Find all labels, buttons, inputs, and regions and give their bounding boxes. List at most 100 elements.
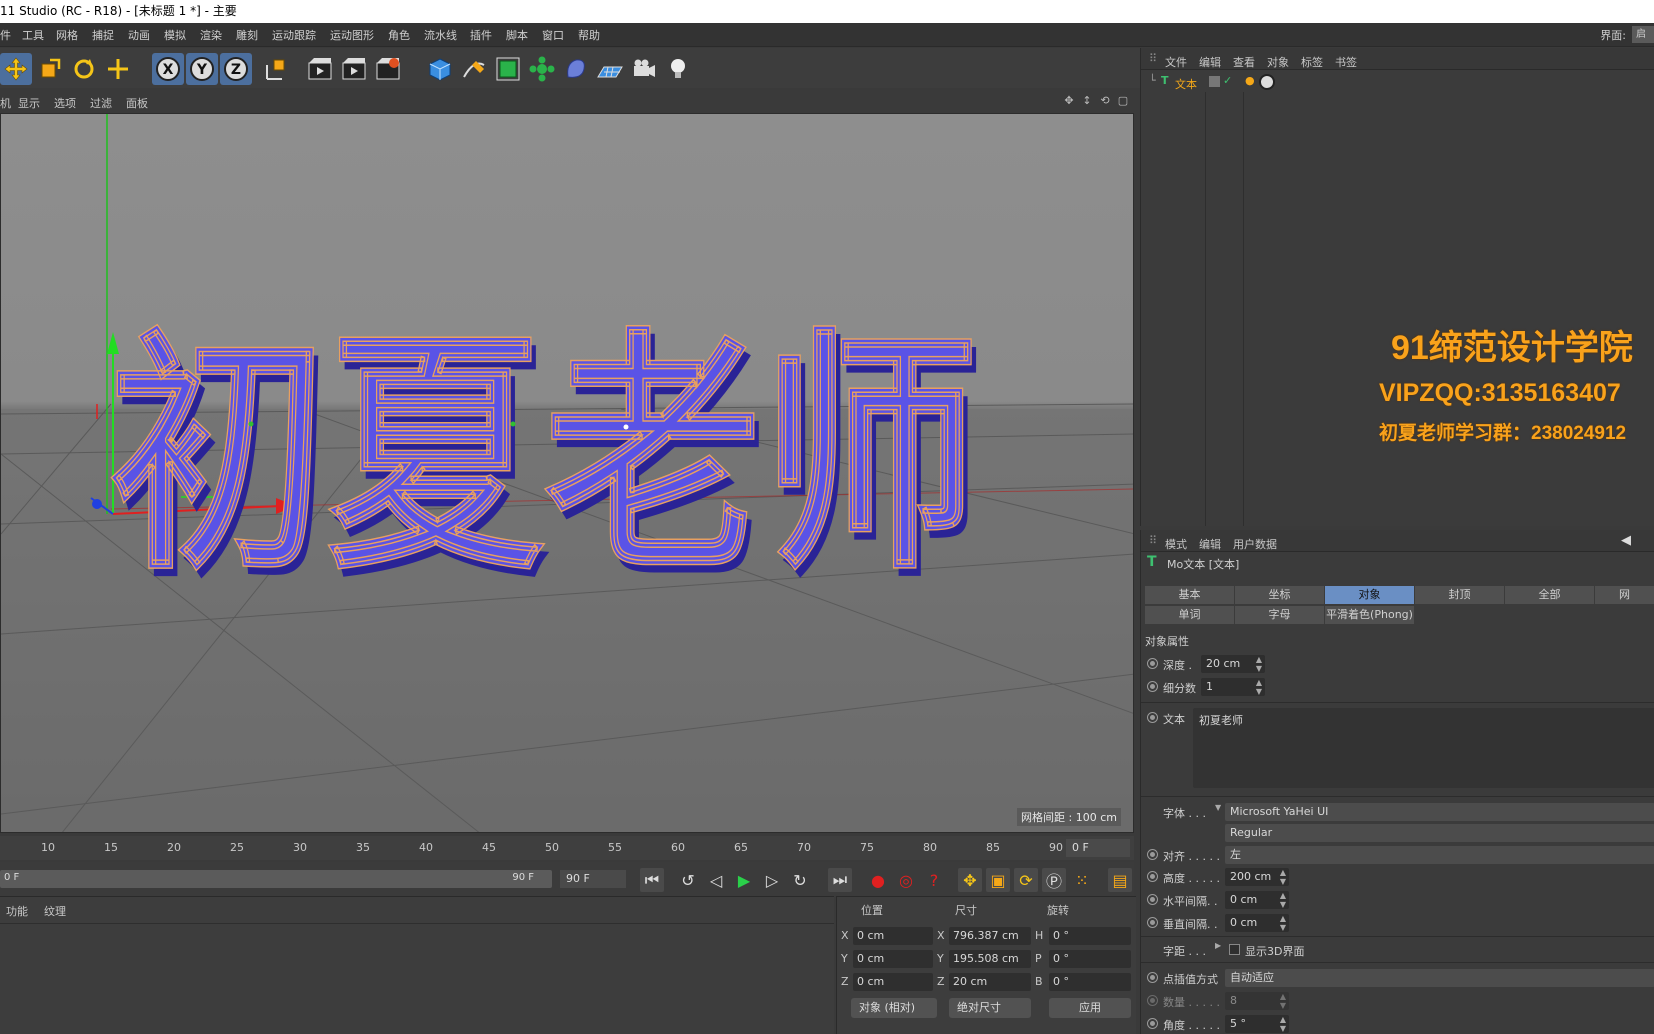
select-tool-icon[interactable] bbox=[102, 53, 134, 85]
end-frame-field[interactable]: 90 F bbox=[560, 870, 626, 888]
viewport-orbit-icon[interactable]: ⟲ bbox=[1098, 94, 1112, 108]
auto-key-icon[interactable]: ◎ bbox=[894, 868, 918, 892]
animate-radio-icon[interactable] bbox=[1147, 894, 1158, 905]
animate-radio-icon[interactable] bbox=[1147, 972, 1158, 983]
move-tool-icon[interactable] bbox=[0, 53, 32, 85]
menu-snap[interactable]: 捕捉 bbox=[92, 27, 114, 43]
tab-caps[interactable]: 封顶 bbox=[1415, 586, 1505, 604]
objmgr-menu-edit[interactable]: 编辑 bbox=[1199, 54, 1221, 70]
subdivision-field[interactable]: 1 ▲ ▼ bbox=[1201, 678, 1265, 696]
menu-character[interactable]: 角色 bbox=[388, 27, 410, 43]
attr-menu-userdata[interactable]: 用户数据 bbox=[1233, 536, 1277, 552]
material-tag-icon[interactable] bbox=[1259, 74, 1275, 90]
tab-letter[interactable]: 字母 bbox=[1235, 606, 1325, 624]
expand-arrow-icon[interactable]: ▶ bbox=[1215, 941, 1221, 950]
objmgr-menu-tags[interactable]: 标签 bbox=[1301, 54, 1323, 70]
pos-x-field[interactable]: 0 cm bbox=[853, 927, 933, 945]
tab-all[interactable]: 全部 bbox=[1505, 586, 1595, 604]
panel-grip-icon[interactable]: ⠿ bbox=[1149, 52, 1157, 65]
menu-motion-tracking[interactable]: 运动跟踪 bbox=[272, 27, 316, 43]
tab-mesh[interactable]: 网 bbox=[1595, 586, 1654, 604]
menu-simulate[interactable]: 模拟 bbox=[164, 27, 186, 43]
text-input[interactable]: 初夏老师 bbox=[1193, 708, 1654, 788]
animate-radio-icon[interactable] bbox=[1147, 712, 1158, 723]
rot-p-field[interactable]: 0 ° bbox=[1049, 950, 1131, 968]
timeline-window-icon[interactable]: ▤ bbox=[1108, 868, 1132, 892]
phong-tag-icon[interactable]: ● bbox=[1245, 74, 1255, 87]
size-x-field[interactable]: 796.387 cm bbox=[949, 927, 1031, 945]
back-arrow-icon[interactable]: ◀ bbox=[1621, 533, 1631, 548]
pos-y-field[interactable]: 0 cm bbox=[853, 950, 933, 968]
play-icon[interactable]: ▶ bbox=[732, 868, 756, 892]
menu-plugins[interactable]: 插件 bbox=[470, 27, 492, 43]
next-frame-icon[interactable]: ▷ bbox=[760, 868, 784, 892]
animate-radio-icon[interactable] bbox=[1147, 849, 1158, 860]
apply-button[interactable]: 应用 bbox=[1049, 998, 1131, 1018]
record-scale-icon[interactable]: ▣ bbox=[986, 868, 1010, 892]
material-menu-function[interactable]: 功能 bbox=[6, 903, 28, 919]
menu-render[interactable]: 渲染 bbox=[200, 27, 222, 43]
viewport-menu-camera[interactable]: 机 bbox=[0, 95, 11, 111]
attr-menu-edit[interactable]: 编辑 bbox=[1199, 536, 1221, 552]
menu-pipeline[interactable]: 流水线 bbox=[424, 27, 457, 43]
z-axis-lock-icon[interactable]: Z bbox=[220, 53, 252, 85]
render-picture-viewer-icon[interactable] bbox=[338, 53, 370, 85]
preview-range-slider[interactable]: 0 F 90 F bbox=[0, 870, 552, 888]
menu-mesh[interactable]: 网格 bbox=[56, 27, 78, 43]
viewport-menu-options[interactable]: 选项 bbox=[54, 95, 76, 111]
object-name[interactable]: 文本 bbox=[1175, 76, 1197, 92]
tab-word[interactable]: 单词 bbox=[1145, 606, 1235, 624]
viewport-maximize-icon[interactable]: ▢ bbox=[1116, 94, 1130, 108]
rotate-tool-icon[interactable] bbox=[68, 53, 100, 85]
objmgr-menu-bookmarks[interactable]: 书签 bbox=[1335, 54, 1357, 70]
layout-dropdown[interactable]: 启 bbox=[1632, 26, 1654, 43]
interpolation-dropdown[interactable]: 自动适应 bbox=[1225, 969, 1654, 987]
animate-radio-icon[interactable] bbox=[1147, 917, 1158, 928]
animate-radio-icon[interactable] bbox=[1147, 681, 1158, 692]
animate-radio-icon[interactable] bbox=[1147, 658, 1158, 669]
render-settings-icon[interactable] bbox=[372, 53, 404, 85]
animate-radio-icon[interactable] bbox=[1147, 871, 1158, 882]
rot-b-field[interactable]: 0 ° bbox=[1049, 973, 1131, 991]
pos-z-field[interactable]: 0 cm bbox=[853, 973, 933, 991]
show-3d-checkbox[interactable] bbox=[1229, 944, 1240, 955]
enabled-check-icon[interactable]: ✓ bbox=[1223, 74, 1232, 87]
attr-menu-mode[interactable]: 模式 bbox=[1165, 536, 1187, 552]
animate-radio-icon[interactable] bbox=[1147, 995, 1158, 1006]
render-view-icon[interactable] bbox=[304, 53, 336, 85]
viewport-menu-filter[interactable]: 过滤 bbox=[90, 95, 112, 111]
objmgr-menu-file[interactable]: 文件 bbox=[1165, 54, 1187, 70]
record-parameter-icon[interactable]: Ⓟ bbox=[1042, 868, 1066, 892]
3d-text-object[interactable]: 初夏老师 初夏老师 bbox=[108, 307, 984, 613]
record-position-icon[interactable]: ✥ bbox=[958, 868, 982, 892]
current-frame-field[interactable]: 0 F bbox=[1066, 839, 1130, 857]
menu-script[interactable]: 脚本 bbox=[506, 27, 528, 43]
viewport-menu-display[interactable]: 显示 bbox=[18, 95, 40, 111]
expand-arrow-icon[interactable]: ▼ bbox=[1215, 803, 1221, 812]
angle-field[interactable]: 5 ° ▲ ▼ bbox=[1225, 1015, 1289, 1033]
prev-frame-icon[interactable]: ◁ bbox=[704, 868, 728, 892]
viewport-menu-panel[interactable]: 面板 bbox=[126, 95, 148, 111]
y-axis-lock-icon[interactable]: Y bbox=[186, 53, 218, 85]
coord-mode-dropdown[interactable]: 对象 (相对) bbox=[851, 998, 937, 1018]
font-family-dropdown[interactable]: Microsoft YaHei UI bbox=[1225, 803, 1654, 821]
timeline-ruler[interactable]: 10 15 20 25 30 35 40 45 50 55 60 65 70 7… bbox=[0, 836, 1134, 860]
layer-icon[interactable] bbox=[1209, 76, 1220, 87]
hspace-field[interactable]: 0 cm ▲ ▼ bbox=[1225, 891, 1289, 909]
menu-tools[interactable]: 工具 bbox=[22, 27, 44, 43]
tab-phong[interactable]: 平滑着色(Phong) bbox=[1325, 606, 1415, 624]
viewport-zoom-icon[interactable]: ↕ bbox=[1080, 94, 1094, 108]
record-point-level-icon[interactable]: ⁙ bbox=[1070, 868, 1094, 892]
record-keys-icon[interactable]: ● bbox=[866, 868, 890, 892]
objmgr-menu-object[interactable]: 对象 bbox=[1267, 54, 1289, 70]
objmgr-menu-view[interactable]: 查看 bbox=[1233, 54, 1255, 70]
scale-tool-icon[interactable] bbox=[34, 53, 66, 85]
menu-window[interactable]: 窗口 bbox=[542, 27, 564, 43]
tab-object[interactable]: 对象 bbox=[1325, 586, 1415, 604]
loop-icon[interactable]: ↻ bbox=[788, 868, 812, 892]
object-row-text[interactable]: └ T 文本 ✓ ● bbox=[1141, 74, 1654, 92]
font-style-dropdown[interactable]: Regular bbox=[1225, 824, 1654, 842]
size-z-field[interactable]: 20 cm bbox=[949, 973, 1031, 991]
go-to-start-icon[interactable]: ⏮ bbox=[640, 868, 664, 892]
menu-mograph[interactable]: 运动图形 bbox=[330, 27, 374, 43]
